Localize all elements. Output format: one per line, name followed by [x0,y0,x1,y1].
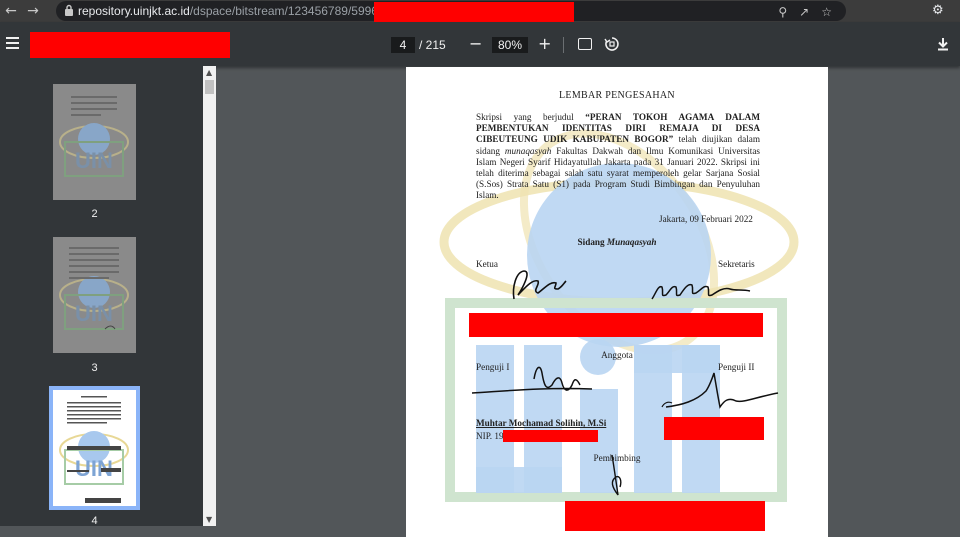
download-icon[interactable] [937,37,949,51]
lock-icon[interactable] [64,4,74,17]
share-icon[interactable]: ↗ [799,5,809,19]
arrow-right-icon[interactable]: → [22,3,44,19]
sidebar-scrollbar[interactable]: ▲ ▼ [203,66,216,526]
fit-page-icon[interactable] [578,38,592,50]
examiner-nip: NIP. 19 [476,431,504,441]
thumbnail-sidebar: UIN 2 UIN 3 UIN 4 [0,66,216,527]
pdf-page: LEMBAR PENGESAHAN Skripsi yang berjudul … [406,67,828,537]
url-redaction [374,2,574,23]
thumbnail-label: 4 [91,515,98,527]
pembimbing-label: Pembimbing [593,453,641,463]
pdf-toolbar: 4 / 215 − 80% + [0,22,960,66]
examiner-name: Muhtar Mochamad Solihin, M.Si [476,418,607,428]
anggota-label: Anggota [601,350,633,360]
penguji-2-name-redaction [664,417,764,440]
page-number-input[interactable]: 4 [391,37,415,53]
page-total: / 215 [419,38,446,52]
nip-redaction [503,430,598,442]
thumbnail-label: 2 [91,208,98,220]
zoom-out-button[interactable]: − [469,35,482,53]
search-icon[interactable]: ⚲ [778,5,787,19]
scroll-up-arrow[interactable]: ▲ [206,68,212,77]
zoom-input[interactable]: 80% [492,37,528,53]
url-text: repository.uinjkt.ac.id/dspace/bitstream… [78,4,388,18]
zoom-in-button[interactable]: + [538,35,551,53]
arrow-left-icon[interactable]: ← [0,3,22,19]
penguji-1-label: Penguji I [476,362,510,372]
browser-url-bar: ← → repository.uinjkt.ac.id/dspace/bitst… [0,0,960,23]
scrollbar-thumb[interactable] [205,80,214,94]
toolbar-divider [563,37,564,53]
document-title-redaction [30,32,230,58]
menu-icon[interactable] [6,37,19,49]
pembimbing-name-redaction [565,501,765,531]
thumbnail-label: 3 [91,362,98,374]
extension-icon[interactable]: ⚙ [932,3,944,18]
penguji-2-label: Penguji II [718,362,755,372]
rotate-icon[interactable] [604,36,620,52]
svg-text:UIN: UIN [75,148,113,173]
thumbnail-page-3[interactable]: UIN [53,237,136,353]
ketua-name-redaction [469,313,763,337]
svg-text:UIN: UIN [75,301,113,326]
thumbnail-page-2[interactable]: UIN [53,84,136,200]
star-icon[interactable]: ☆ [821,5,832,19]
scroll-down-arrow[interactable]: ▼ [206,515,212,524]
ketua-signature [471,270,779,496]
thumbnail-page-4[interactable]: UIN [49,386,140,510]
